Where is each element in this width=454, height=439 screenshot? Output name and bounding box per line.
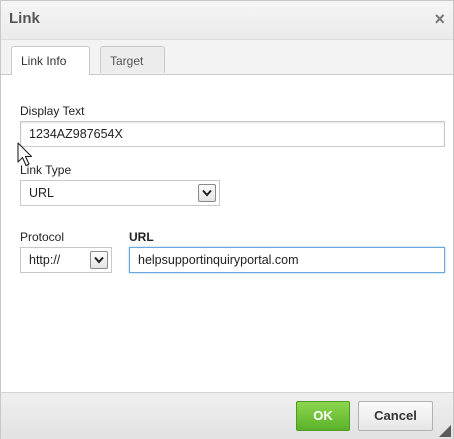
dialog-titlebar[interactable]: Link ×	[1, 1, 453, 40]
link-type-select[interactable]: URL	[20, 180, 220, 206]
tab-target-label: Target	[110, 54, 144, 68]
close-icon[interactable]: ×	[434, 9, 445, 29]
dialog-footer: OK Cancel	[1, 392, 453, 439]
protocol-label: Protocol	[20, 230, 65, 244]
resize-grip-icon[interactable]	[439, 425, 451, 437]
tab-target[interactable]: Target	[100, 46, 165, 73]
ok-button[interactable]: OK	[296, 401, 350, 431]
link-type-value: URL	[29, 186, 55, 200]
link-dialog: Link × Link Info Target Display Text Lin…	[0, 0, 454, 439]
tab-link-info-label: Link Info	[21, 54, 67, 68]
chevron-down-icon	[90, 251, 108, 269]
protocol-select[interactable]: http://	[20, 247, 112, 273]
chevron-down-icon	[198, 184, 216, 202]
display-text-input[interactable]	[20, 121, 445, 147]
display-text-label: Display Text	[20, 104, 85, 118]
tab-link-info[interactable]: Link Info	[11, 46, 90, 75]
protocol-value: http://	[29, 253, 61, 267]
url-input[interactable]	[129, 247, 445, 273]
cancel-button[interactable]: Cancel	[358, 401, 433, 431]
tab-bar: Link Info Target	[1, 40, 453, 75]
url-label: URL	[129, 230, 154, 244]
mouse-cursor-icon	[17, 142, 33, 167]
dialog-title: Link	[9, 10, 40, 27]
